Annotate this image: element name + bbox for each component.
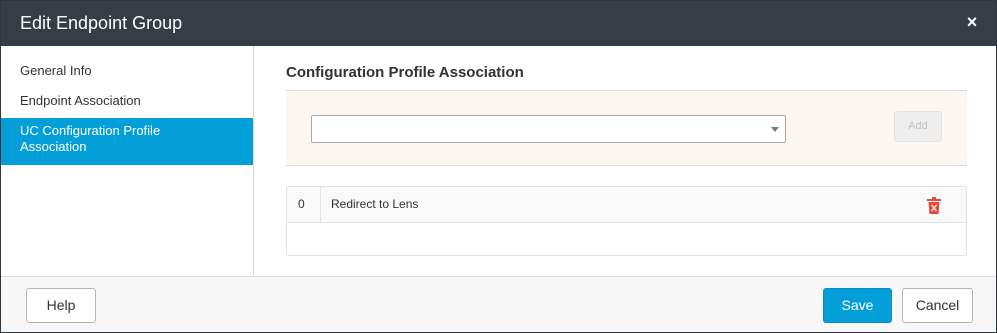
profile-select[interactable]	[311, 115, 786, 143]
profile-table: 0 Redirect to Lens	[286, 186, 967, 256]
dialog-titlebar: Edit Endpoint Group ×	[1, 1, 996, 46]
sidebar-item-endpoint-association[interactable]: Endpoint Association	[1, 93, 253, 109]
association-panel: Add	[286, 90, 967, 166]
cancel-button[interactable]: Cancel	[902, 288, 973, 323]
sidebar-item-general-info[interactable]: General Info	[1, 63, 253, 79]
sidebar-item-uc-configuration-profile-association[interactable]: UC Configuration Profile Association	[1, 118, 253, 165]
add-button[interactable]: Add	[894, 111, 942, 142]
sidebar-item-label: General Info	[20, 63, 92, 78]
save-button[interactable]: Save	[823, 288, 892, 323]
section-title: Configuration Profile Association	[286, 64, 524, 81]
dialog-title: Edit Endpoint Group	[20, 13, 183, 33]
chevron-down-icon	[771, 127, 779, 132]
edit-endpoint-group-dialog: Edit Endpoint Group × General Info Endpo…	[0, 0, 997, 333]
help-button[interactable]: Help	[26, 288, 96, 323]
table-row: 0 Redirect to Lens	[287, 187, 966, 223]
sidebar-item-label: Endpoint Association	[20, 93, 141, 108]
row-profile-name: Redirect to Lens	[331, 197, 419, 211]
trash-icon[interactable]	[927, 197, 941, 214]
sidebar-item-label: UC Configuration Profile Association	[20, 123, 161, 154]
row-index: 0	[287, 187, 321, 222]
sidebar: General Info Endpoint Association UC Con…	[1, 46, 254, 276]
close-icon[interactable]: ×	[964, 13, 980, 31]
dialog-footer: Help Save Cancel	[1, 276, 996, 332]
main-content: Configuration Profile Association Add 0 …	[255, 46, 996, 276]
